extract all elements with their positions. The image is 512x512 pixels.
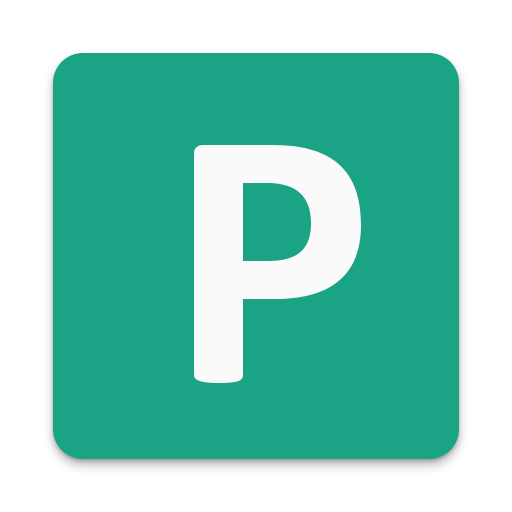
letter-p-glyph <box>193 145 361 383</box>
parking-p-icon <box>193 145 361 383</box>
app-icon-tile[interactable] <box>53 53 459 459</box>
icon-canvas <box>0 0 512 512</box>
